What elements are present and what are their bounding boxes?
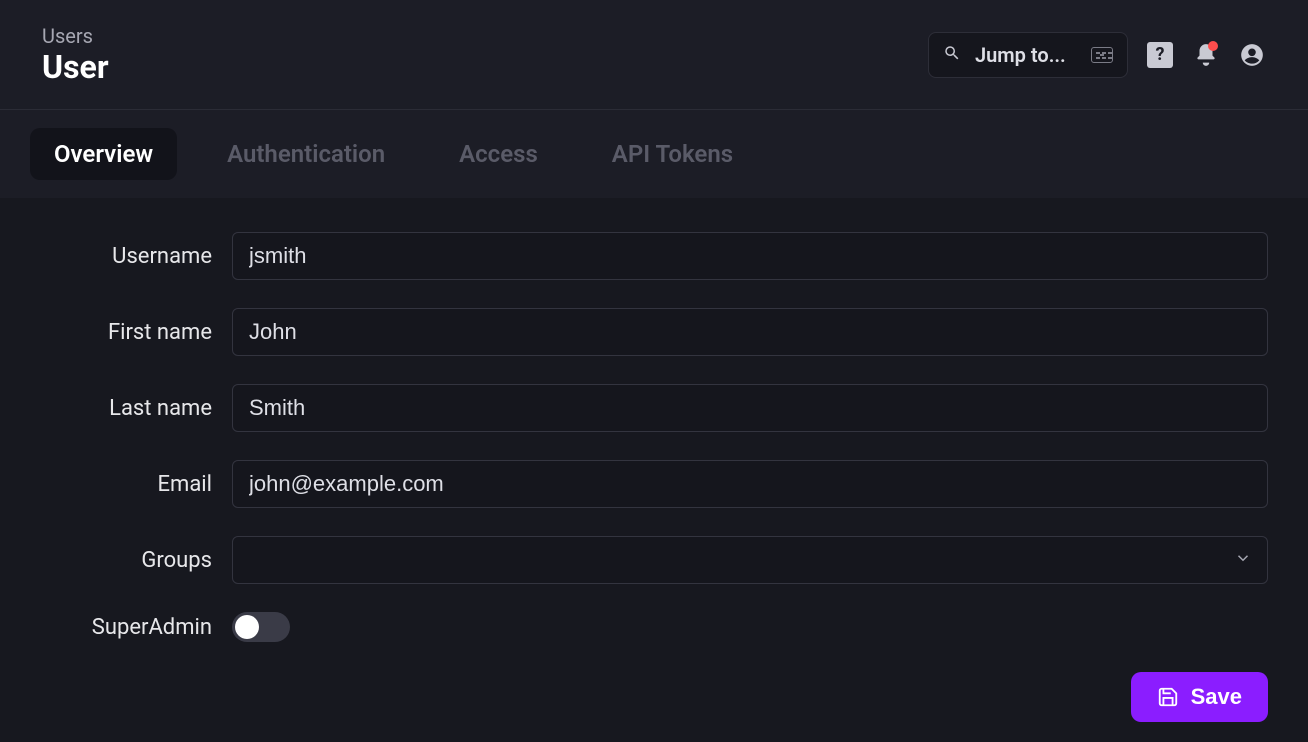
account-icon[interactable]	[1238, 41, 1266, 69]
select-groups-value	[232, 536, 1268, 584]
form-area: Username First name Last name Email Grou…	[0, 198, 1308, 722]
label-username: Username	[20, 244, 232, 269]
label-email: Email	[20, 472, 232, 497]
input-lastname[interactable]	[232, 384, 1268, 432]
breadcrumb[interactable]: Users	[42, 24, 109, 48]
row-email: Email	[20, 460, 1288, 508]
label-groups: Groups	[20, 548, 232, 573]
row-superadmin: SuperAdmin	[20, 612, 1288, 642]
toggle-knob	[235, 615, 259, 639]
header-bar: Users User Jump to... ?	[0, 0, 1308, 110]
save-row: Save	[20, 672, 1288, 722]
chevron-down-icon	[1234, 549, 1252, 571]
save-button-label: Save	[1191, 684, 1242, 710]
select-groups[interactable]	[232, 536, 1268, 584]
jump-to-label: Jump to...	[975, 43, 1077, 67]
toggle-superadmin[interactable]	[232, 612, 290, 642]
save-button[interactable]: Save	[1131, 672, 1268, 722]
tab-overview[interactable]: Overview	[30, 128, 177, 180]
row-firstname: First name	[20, 308, 1288, 356]
help-icon[interactable]: ?	[1146, 41, 1174, 69]
keyboard-icon	[1091, 47, 1113, 63]
notifications-icon[interactable]	[1192, 41, 1220, 69]
header-right: Jump to... ?	[928, 32, 1266, 78]
label-firstname: First name	[20, 320, 232, 345]
input-username[interactable]	[232, 232, 1268, 280]
save-icon	[1157, 686, 1179, 708]
tab-access[interactable]: Access	[435, 128, 562, 180]
label-lastname: Last name	[20, 396, 232, 421]
row-groups: Groups	[20, 536, 1288, 584]
input-email[interactable]	[232, 460, 1268, 508]
tab-bar: Overview Authentication Access API Token…	[0, 110, 1308, 198]
row-username: Username	[20, 232, 1288, 280]
page-title: User	[42, 50, 109, 85]
header-left: Users User	[42, 24, 109, 85]
tab-authentication[interactable]: Authentication	[203, 128, 409, 180]
tab-api-tokens[interactable]: API Tokens	[588, 128, 757, 180]
search-icon	[943, 44, 961, 66]
notification-badge	[1208, 41, 1218, 51]
label-superadmin: SuperAdmin	[20, 615, 232, 640]
jump-to-search[interactable]: Jump to...	[928, 32, 1128, 78]
input-firstname[interactable]	[232, 308, 1268, 356]
row-lastname: Last name	[20, 384, 1288, 432]
